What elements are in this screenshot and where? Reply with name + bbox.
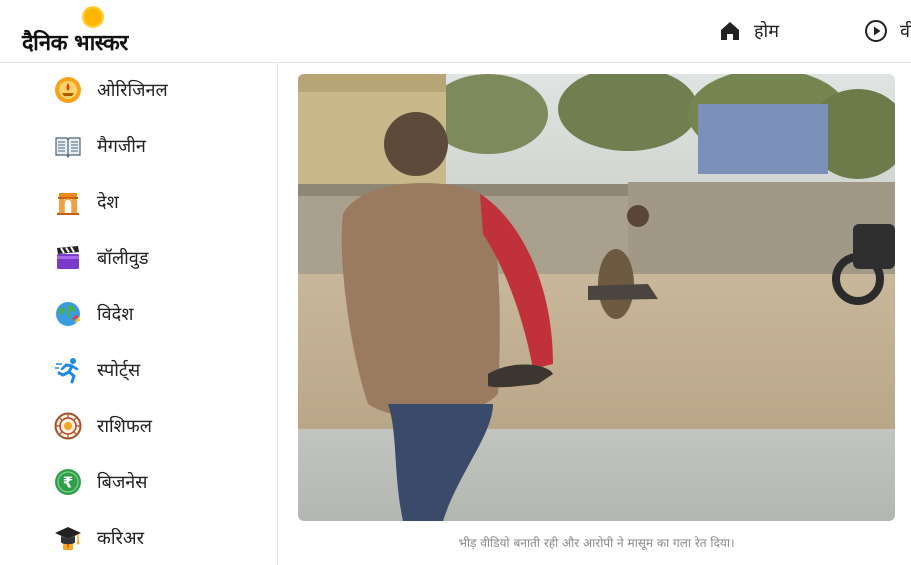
clapperboard-icon	[54, 244, 82, 272]
sidebar: ओरिजिनल मैगजीन देश बॉलीवुड विदेश स्पोर्ट…	[0, 63, 278, 565]
nav-video[interactable]: वी	[864, 18, 911, 44]
sidebar-item-label: राशिफल	[97, 416, 153, 437]
nav-home-label: होम	[754, 21, 779, 42]
nav-video-label: वी	[900, 21, 911, 42]
sidebar-item-label: स्पोर्ट्स	[97, 360, 141, 381]
sidebar-item-magazine[interactable]: मैगजीन	[54, 130, 146, 162]
sidebar-item-bollywood[interactable]: बॉलीवुड	[54, 242, 148, 274]
zodiac-wheel-icon	[54, 412, 82, 440]
globe-icon	[54, 300, 82, 328]
nav-home[interactable]: होम	[718, 18, 779, 44]
image-caption: भीड़ वीडियो बनाती रही और आरोपी ने मासूम …	[458, 536, 735, 550]
logo-sun-icon	[82, 6, 104, 28]
rupee-coin-icon: ₹	[54, 468, 82, 496]
play-circle-icon	[864, 19, 888, 43]
home-icon	[718, 19, 742, 43]
top-header: दैनिक भास्कर होम वी	[0, 0, 911, 63]
sidebar-item-label: मैगजीन	[97, 136, 146, 157]
sidebar-item-desh[interactable]: देश	[54, 186, 119, 218]
sidebar-item-label: विदेश	[97, 304, 134, 325]
sidebar-item-original[interactable]: ओरिजिनल	[54, 74, 168, 106]
magazine-icon	[54, 132, 82, 160]
runner-icon	[54, 356, 82, 384]
logo-wordmark: दैनिक भास्कर	[22, 31, 128, 56]
sidebar-item-label: बिजनेस	[97, 472, 148, 493]
sidebar-item-label: देश	[97, 192, 119, 213]
original-lamp-icon	[54, 76, 82, 104]
graduation-cap-icon	[54, 524, 82, 552]
svg-text:₹: ₹	[63, 474, 73, 492]
article-image	[298, 74, 895, 521]
sidebar-item-label: ओरिजिनल	[97, 80, 168, 101]
sidebar-item-business[interactable]: ₹ बिजनेस	[54, 466, 147, 498]
sidebar-item-videsh[interactable]: विदेश	[54, 298, 133, 330]
sidebar-item-label: करिअर	[97, 528, 144, 549]
sidebar-item-rashifal[interactable]: राशिफल	[54, 410, 152, 442]
site-logo[interactable]: दैनिक भास्कर	[22, 4, 167, 56]
sidebar-item-career[interactable]: करिअर	[54, 522, 144, 554]
india-gate-icon	[54, 188, 82, 216]
sidebar-item-label: बॉलीवुड	[97, 248, 149, 269]
sidebar-item-sports[interactable]: स्पोर्ट्स	[54, 354, 140, 386]
